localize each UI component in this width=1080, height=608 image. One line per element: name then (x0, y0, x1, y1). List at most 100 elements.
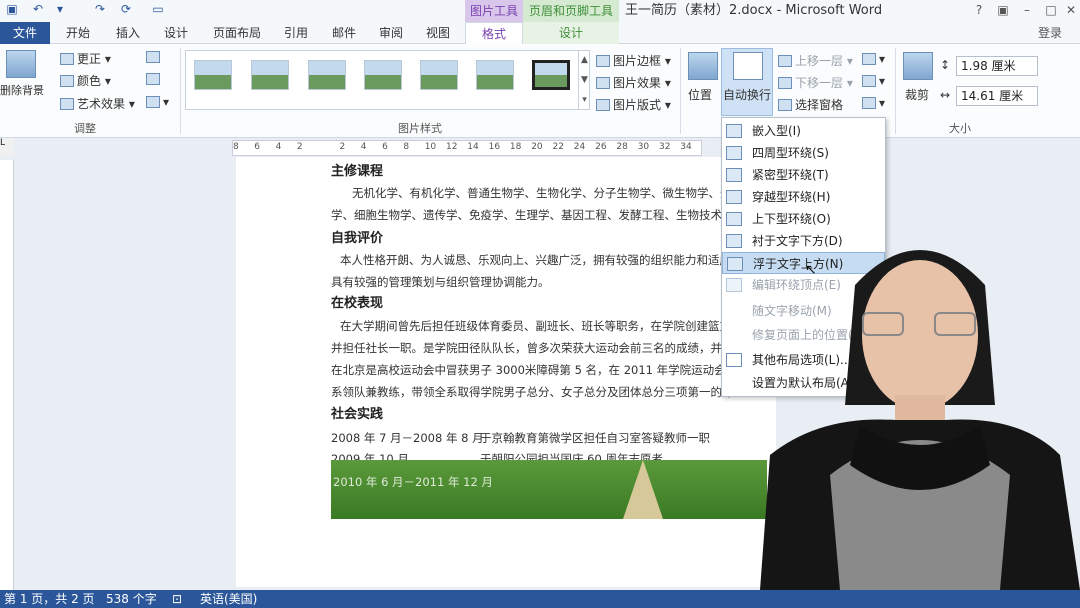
window-title: 王一简历（素材）2.docx - Microsoft Word (625, 3, 883, 18)
top-bottom-wrap-icon (726, 212, 742, 226)
position-icon[interactable] (688, 52, 718, 80)
picture-border-button[interactable]: 图片边框 ▾ (596, 52, 671, 69)
remove-background-button[interactable]: 删除背景 (0, 82, 44, 98)
gallery-scroll[interactable]: ▲ ▼ ▾ (578, 50, 590, 110)
square-wrap-icon (726, 146, 742, 160)
bring-forward-icon (778, 55, 792, 67)
paragraph: 无机化学、有机化学、普通生物学、生物化学、分子生物学、微生物学、蛋白 (352, 186, 743, 200)
rotate-icon[interactable]: ▾ (862, 96, 885, 110)
tab-design[interactable]: 设计 (158, 22, 194, 44)
login-link[interactable]: 登录 (1038, 22, 1062, 44)
heading-self-evaluation: 自我评价 (331, 231, 384, 246)
picture-effects-button[interactable]: 图片效果 ▾ (596, 74, 671, 91)
wrap-text-label: 自动换行 (723, 88, 772, 102)
height-input[interactable]: 1.98 厘米 (956, 56, 1038, 76)
heading-school-performance: 在校表现 (331, 296, 384, 311)
group-icon[interactable]: ▾ (862, 74, 885, 88)
layout-icon (596, 99, 610, 111)
ruler-tick-label: 26 (595, 142, 607, 152)
tab-home[interactable]: 开始 (60, 22, 96, 44)
paragraph: 系领队兼教练，带领全系取得学院男子总分、女子总分及团体总分三项第一的好 (331, 385, 734, 399)
selection-pane-button[interactable]: 选择窗格 (778, 96, 843, 113)
style-thumbnail[interactable] (532, 60, 570, 90)
tab-selector[interactable]: L (0, 138, 14, 156)
menu-item-tight[interactable]: 紧密型环绕(T) (722, 164, 885, 186)
artistic-icon (60, 98, 74, 110)
ruler-tick-label: 2 (339, 142, 346, 152)
qat-customize-icon[interactable]: ▭ (150, 2, 166, 16)
minimize-icon[interactable]: – (1016, 1, 1038, 19)
reset-picture-icon[interactable]: ▾ (146, 95, 169, 109)
page-count[interactable]: 第 1 页，共 2 页 (4, 590, 95, 608)
repeat-icon[interactable]: ⟳ (118, 2, 134, 16)
style-thumbnail[interactable] (251, 60, 289, 90)
artistic-effects-button[interactable]: 艺术效果 ▾ (60, 95, 135, 112)
width-input[interactable]: 14.61 厘米 (956, 86, 1038, 106)
ruler-tick-label: 30 (637, 142, 650, 152)
style-thumbnail[interactable] (420, 60, 458, 90)
edit-points-icon (726, 278, 742, 292)
ruler-tick-label: 34 (680, 142, 692, 152)
style-thumbnail[interactable] (194, 60, 232, 90)
date: 2008 年 7 月－2008 年 8 月 (331, 431, 484, 445)
ruler-tick-label: 2 (296, 142, 303, 152)
ruler-tick-label: 10 (424, 142, 437, 152)
tab-picture-format[interactable]: 格式 (465, 22, 523, 45)
presenter-video (760, 250, 1080, 590)
tab-header-footer-design[interactable]: 设计 (523, 22, 619, 44)
proofing-icon[interactable]: ⊡ (172, 590, 182, 608)
ruler-tick-label: 8 (403, 142, 410, 152)
ruler-tick-label: 24 (573, 142, 586, 152)
corrections-button[interactable]: 更正 ▾ (60, 50, 111, 67)
word-count[interactable]: 538 个字 (106, 590, 157, 608)
align-icon[interactable]: ▾ (862, 52, 885, 66)
crop-icon[interactable] (903, 52, 933, 80)
crop-button[interactable]: 裁剪 (905, 86, 929, 103)
send-backward-button[interactable]: 下移一层 ▾ (778, 74, 853, 91)
compress-pictures-icon[interactable] (146, 50, 163, 64)
status-bar (0, 590, 1080, 608)
tab-insert[interactable]: 插入 (110, 22, 146, 44)
size-group-label: 大小 (949, 122, 971, 135)
ruler-tick-label: 4 (360, 142, 367, 152)
remove-background-icon[interactable] (6, 50, 36, 78)
change-picture-icon[interactable] (146, 72, 163, 86)
tab-mailings[interactable]: 邮件 (326, 22, 362, 44)
picture-styles-label: 图片样式 (398, 122, 442, 135)
close-icon[interactable]: ✕ (1060, 1, 1080, 19)
position-button[interactable]: 位置 (688, 86, 712, 103)
in-front-of-text-icon (727, 257, 743, 271)
style-thumbnail[interactable] (476, 60, 514, 90)
picture-tools-group: 图片工具 (465, 0, 523, 22)
save-icon[interactable]: ▣ (4, 2, 20, 16)
horizontal-ruler[interactable]: 8 6 4 2 2 4 6 8 10 12 14 16 18 20 22 24 26 28 30 32 34 (232, 140, 702, 156)
heading-courses: 主修课程 (331, 164, 384, 179)
inline-icon (726, 124, 742, 138)
maximize-icon[interactable]: □ (1040, 1, 1062, 19)
tab-references[interactable]: 引用 (278, 22, 314, 44)
vertical-ruler[interactable] (0, 160, 14, 590)
width-icon: ↔ (940, 88, 951, 102)
redo-icon[interactable]: ↷ (92, 2, 108, 16)
tab-page-layout[interactable]: 页面布局 (207, 22, 267, 44)
picture-layout-button[interactable]: 图片版式 ▾ (596, 96, 671, 113)
style-thumbnail[interactable] (308, 60, 346, 90)
menu-item-through[interactable]: 穿越型环绕(H) (722, 186, 885, 208)
undo-icon[interactable]: ↶ (30, 2, 46, 16)
tab-review[interactable]: 审阅 (373, 22, 409, 44)
language[interactable]: 英语(美国) (200, 590, 257, 608)
menu-item-inline[interactable]: 嵌入型(I) (722, 120, 885, 142)
menu-item-square[interactable]: 四周型环绕(S) (722, 142, 885, 164)
paragraph: 学、细胞生物学、遗传学、免疫学、生理学、基因工程、发酵工程、生物技术制 (331, 208, 734, 222)
ruler-tick-label: 20 (531, 142, 543, 152)
help-icon[interactable]: ? (968, 1, 990, 19)
send-backward-icon (778, 77, 792, 89)
tab-view[interactable]: 视图 (420, 22, 456, 44)
ribbon-display-icon[interactable]: ▣ (992, 1, 1014, 19)
tab-file[interactable]: 文件 (0, 22, 50, 44)
undo-dropdown-icon[interactable]: ▾ (52, 2, 68, 16)
bring-forward-button[interactable]: 上移一层 ▾ (778, 52, 853, 69)
paragraph: 在北京是高校运动会中冒获男子 3000米障碍第 5 名，在 2011 年学院运动… (331, 363, 738, 377)
color-button[interactable]: 颜色 ▾ (60, 72, 111, 89)
style-thumbnail[interactable] (364, 60, 402, 90)
